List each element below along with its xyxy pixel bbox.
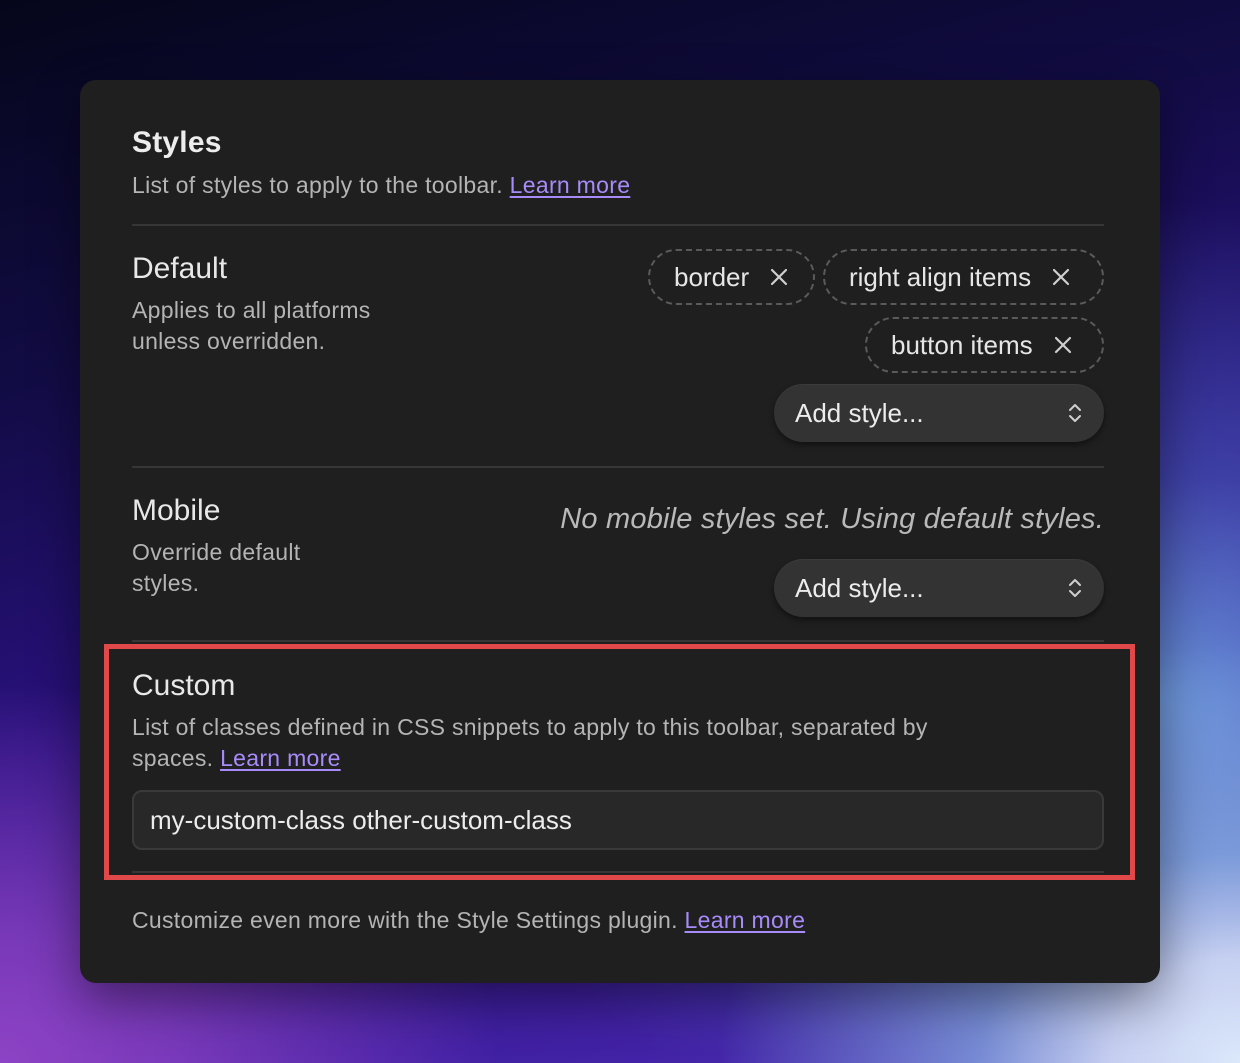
close-icon[interactable] bbox=[769, 267, 789, 287]
style-chip-label: button items bbox=[891, 329, 1033, 360]
style-chip-label: right align items bbox=[849, 261, 1032, 292]
divider bbox=[132, 224, 1104, 226]
select-value: Add style... bbox=[795, 572, 924, 603]
style-chip-right-align-items[interactable]: right align items bbox=[823, 249, 1104, 305]
style-chip-label: border bbox=[674, 261, 750, 292]
mobile-setting-name: Mobile bbox=[132, 494, 221, 527]
custom-setting-name: Custom bbox=[132, 669, 236, 702]
chevron-up-down-icon bbox=[1066, 400, 1084, 426]
close-icon[interactable] bbox=[1051, 267, 1071, 287]
mobile-add-style-select[interactable]: Add style... bbox=[774, 559, 1104, 617]
styles-description: List of styles to apply to the toolbar. … bbox=[132, 170, 630, 201]
custom-description-text: spaces. bbox=[132, 745, 214, 771]
custom-learn-more-link[interactable]: Learn more bbox=[220, 745, 341, 771]
custom-description-line-2: spaces. Learn more bbox=[132, 743, 1092, 774]
mobile-empty-note: No mobile styles set. Using default styl… bbox=[560, 503, 1104, 535]
style-chip-border[interactable]: border bbox=[648, 249, 815, 305]
divider bbox=[132, 466, 1104, 468]
default-setting-name: Default bbox=[132, 252, 228, 285]
mobile-description-line-2: styles. bbox=[132, 570, 200, 596]
custom-description-line-1: List of classes defined in CSS snippets … bbox=[132, 714, 928, 740]
custom-classes-input[interactable] bbox=[132, 790, 1104, 850]
footer-text: Customize even more with the Style Setti… bbox=[132, 907, 678, 933]
divider bbox=[132, 640, 1104, 642]
styles-learn-more-link[interactable]: Learn more bbox=[510, 172, 631, 198]
chevron-up-down-icon bbox=[1066, 575, 1084, 601]
mobile-description-line-1: Override default bbox=[132, 539, 301, 565]
divider bbox=[132, 871, 1104, 873]
style-chip-button-items[interactable]: button items bbox=[865, 317, 1104, 373]
settings-panel: Styles List of styles to apply to the to… bbox=[80, 80, 1160, 983]
footer-learn-more-link[interactable]: Learn more bbox=[685, 907, 806, 933]
footer-note: Customize even more with the Style Setti… bbox=[132, 905, 805, 936]
styles-description-text: List of styles to apply to the toolbar. bbox=[132, 172, 503, 198]
default-description-line-2: unless overridden. bbox=[132, 328, 326, 354]
default-add-style-select[interactable]: Add style... bbox=[774, 384, 1104, 442]
close-icon[interactable] bbox=[1053, 335, 1073, 355]
custom-setting-description: List of classes defined in CSS snippets … bbox=[132, 712, 1092, 774]
default-setting-description: Applies to all platforms unless overridd… bbox=[132, 295, 371, 357]
mobile-setting-description: Override default styles. bbox=[132, 537, 300, 599]
default-description-line-1: Applies to all platforms bbox=[132, 297, 371, 323]
select-value: Add style... bbox=[795, 397, 924, 428]
styles-heading: Styles bbox=[132, 126, 222, 159]
